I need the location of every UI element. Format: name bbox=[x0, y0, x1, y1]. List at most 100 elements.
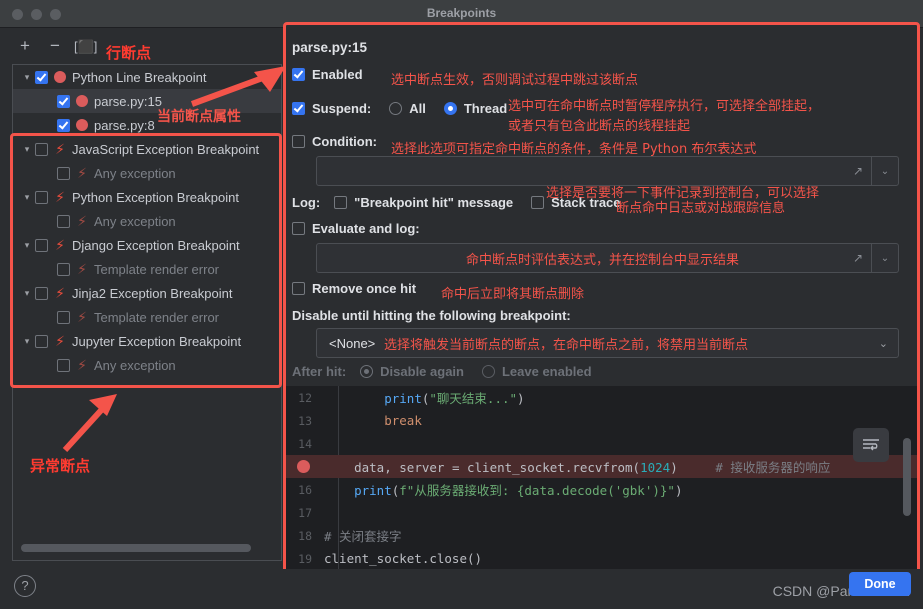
remove-once-hit-checkbox[interactable] bbox=[292, 282, 305, 295]
log-stack-trace-option[interactable]: Stack trace bbox=[531, 195, 621, 210]
code-text: client_socket.close() bbox=[324, 551, 483, 566]
tree-row-checkbox[interactable] bbox=[35, 238, 48, 252]
suspend-thread-radio[interactable] bbox=[443, 102, 457, 115]
bolt-icon: ⚡ bbox=[77, 165, 87, 181]
tree-row-checkbox[interactable] bbox=[57, 310, 70, 324]
suspend-row[interactable]: Suspend: All Thread bbox=[292, 101, 507, 116]
line-number: 14 bbox=[298, 436, 312, 451]
chevron-down-icon[interactable]: ▾ bbox=[19, 240, 35, 251]
suspend-checkbox[interactable] bbox=[292, 102, 305, 115]
evaluate-history-chevron-down-icon[interactable]: ⌄ bbox=[872, 253, 898, 264]
tree-row-checkbox[interactable] bbox=[35, 142, 48, 156]
chevron-down-icon[interactable]: ▾ bbox=[19, 144, 35, 155]
after-hit-leave-enabled-radio[interactable] bbox=[481, 365, 495, 378]
annotation-suspend-1: 选中可在命中断点时暂停程序执行，可选择全部挂起， bbox=[508, 99, 821, 114]
tree-row[interactable]: ▾ ⚡ JavaScript Exception Breakpoint bbox=[13, 137, 281, 161]
disable-until-label: Disable until hitting the following brea… bbox=[292, 308, 571, 323]
condition-checkbox[interactable] bbox=[292, 135, 305, 148]
tree-row-checkbox[interactable] bbox=[35, 334, 48, 348]
suspend-all-radio[interactable] bbox=[389, 102, 403, 115]
enabled-label: Enabled bbox=[312, 67, 363, 82]
chevron-down-icon[interactable]: ⌄ bbox=[879, 337, 888, 350]
chevron-down-icon[interactable]: ▾ bbox=[19, 288, 35, 299]
evaluate-and-log-checkbox[interactable] bbox=[292, 222, 305, 235]
tree-row-label: Django Exception Breakpoint bbox=[72, 237, 240, 253]
log-stack-trace-checkbox[interactable] bbox=[531, 196, 545, 209]
bolt-icon: ⚡ bbox=[77, 261, 87, 277]
tree-row-label: JavaScript Exception Breakpoint bbox=[72, 141, 260, 157]
snapshot-icon[interactable]: [⬛] bbox=[74, 36, 97, 58]
tree-row-label: Any exception bbox=[94, 357, 176, 373]
enabled-checkbox[interactable] bbox=[292, 68, 305, 81]
chevron-down-icon[interactable]: ▾ bbox=[19, 336, 35, 347]
after-hit-leave-enabled-label: Leave enabled bbox=[501, 364, 592, 379]
chevron-down-icon[interactable]: ▾ bbox=[19, 192, 35, 203]
remove-breakpoint-icon[interactable]: − bbox=[44, 36, 66, 58]
tree-row-checkbox[interactable] bbox=[57, 262, 70, 276]
log-breakpoint-hit-checkbox[interactable] bbox=[334, 196, 348, 209]
tree-row[interactable]: ▾ Python Line Breakpoint bbox=[13, 65, 281, 89]
tree-row-label: Jinja2 Exception Breakpoint bbox=[72, 285, 233, 301]
code-line: 14 bbox=[286, 432, 917, 455]
condition-row[interactable]: Condition: bbox=[292, 134, 377, 149]
breakpoint-dot-icon bbox=[54, 71, 66, 83]
line-number: 19 bbox=[298, 551, 312, 566]
code-line: 19 client_socket.close() bbox=[286, 547, 917, 570]
breakpoints-tree[interactable]: ▾ Python Line Breakpoint ▾ parse.py:15 ▾ pars… bbox=[12, 64, 282, 561]
tree-row[interactable]: ▾⚡Any exception bbox=[13, 353, 281, 377]
tree-row[interactable]: ▾ ⚡ Python Exception Breakpoint bbox=[13, 185, 281, 209]
expand-editor-icon[interactable]: ↗ bbox=[845, 164, 871, 178]
tree-row[interactable]: ▾ ⚡ Django Exception Breakpoint bbox=[13, 233, 281, 257]
code-line: 16 print(f"从服务器接收到: {data.decode('gbk')}… bbox=[286, 478, 917, 501]
after-hit-disable-again-option[interactable]: Disable again bbox=[360, 364, 464, 379]
tree-row-checkbox[interactable] bbox=[57, 214, 70, 228]
tree-row[interactable]: ▾⚡Any exception bbox=[13, 209, 281, 233]
code-preview-editor[interactable]: 12 print("聊天结束...") 13 break 14 data, se… bbox=[286, 386, 917, 573]
tree-row-checkbox[interactable] bbox=[35, 70, 48, 84]
annotation-condition: 选择此选项可指定命中断点的条件，条件是 Python 布尔表达式 bbox=[391, 142, 757, 157]
evaluate-input-actions: ↗ ⌄ bbox=[845, 244, 898, 272]
tree-row-checkbox[interactable] bbox=[57, 118, 70, 132]
soft-wrap-icon[interactable] bbox=[853, 428, 889, 462]
annotation-dependency: 选择将触发当前断点的断点，在命中断点之前，将禁用当前断点 bbox=[384, 338, 749, 353]
breakpoint-title: parse.py:15 bbox=[292, 40, 368, 55]
suspend-thread-option[interactable]: Thread bbox=[443, 101, 507, 116]
breakpoint-dot-icon[interactable] bbox=[286, 460, 320, 473]
code-text: break bbox=[384, 413, 422, 428]
code-line: 13 break bbox=[286, 409, 917, 432]
code-line: 12 print("聊天结束...") bbox=[286, 386, 917, 409]
tree-row-checkbox[interactable] bbox=[35, 190, 48, 204]
after-hit-disable-again-radio[interactable] bbox=[360, 365, 374, 378]
tree-row-checkbox[interactable] bbox=[57, 94, 70, 108]
chevron-down-icon[interactable]: ▾ bbox=[19, 72, 35, 83]
evaluate-and-log-row[interactable]: Evaluate and log: bbox=[292, 221, 420, 236]
done-button[interactable]: Done bbox=[849, 572, 911, 596]
tree-row[interactable]: ▾ ⚡ Jupyter Exception Breakpoint bbox=[13, 329, 281, 353]
tree-row-checkbox[interactable] bbox=[35, 286, 48, 300]
after-hit-leave-enabled-option[interactable]: Leave enabled bbox=[481, 364, 592, 379]
editor-vertical-scrollbar[interactable] bbox=[903, 438, 911, 516]
suspend-all-option[interactable]: All bbox=[389, 101, 426, 116]
condition-history-chevron-down-icon[interactable]: ⌄ bbox=[872, 166, 898, 177]
line-number: 12 bbox=[298, 390, 312, 405]
tree-row[interactable]: ▾⚡Any exception bbox=[13, 161, 281, 185]
expand-editor-icon[interactable]: ↗ bbox=[845, 251, 871, 265]
tree-row-checkbox[interactable] bbox=[57, 166, 70, 180]
remove-once-hit-row[interactable]: Remove once hit bbox=[292, 281, 416, 296]
tree-row[interactable]: ▾⚡Template render error bbox=[13, 257, 281, 281]
enabled-row[interactable]: Enabled bbox=[292, 67, 363, 82]
tree-row-checkbox[interactable] bbox=[57, 358, 70, 372]
help-icon[interactable]: ? bbox=[14, 575, 36, 597]
tree-horizontal-scrollbar[interactable] bbox=[21, 544, 251, 552]
annotation-current-properties: 当前断点属性 bbox=[157, 109, 241, 125]
bolt-icon: ⚡ bbox=[77, 357, 87, 373]
code-line: 17 bbox=[286, 501, 917, 524]
annotation-remove-once-hit: 命中后立即将其断点删除 bbox=[441, 287, 585, 302]
tree-row-label: Python Line Breakpoint bbox=[72, 69, 207, 85]
add-breakpoint-icon[interactable]: + bbox=[14, 36, 36, 58]
tree-row[interactable]: ▾⚡Template render error bbox=[13, 305, 281, 329]
dialog-footer: ? CSDN @Pandaconda Done bbox=[0, 569, 923, 609]
tree-row[interactable]: ▾ ⚡ Jinja2 Exception Breakpoint bbox=[13, 281, 281, 305]
log-breakpoint-hit-option[interactable]: "Breakpoint hit" message bbox=[334, 195, 513, 210]
line-number: 16 bbox=[298, 482, 312, 497]
